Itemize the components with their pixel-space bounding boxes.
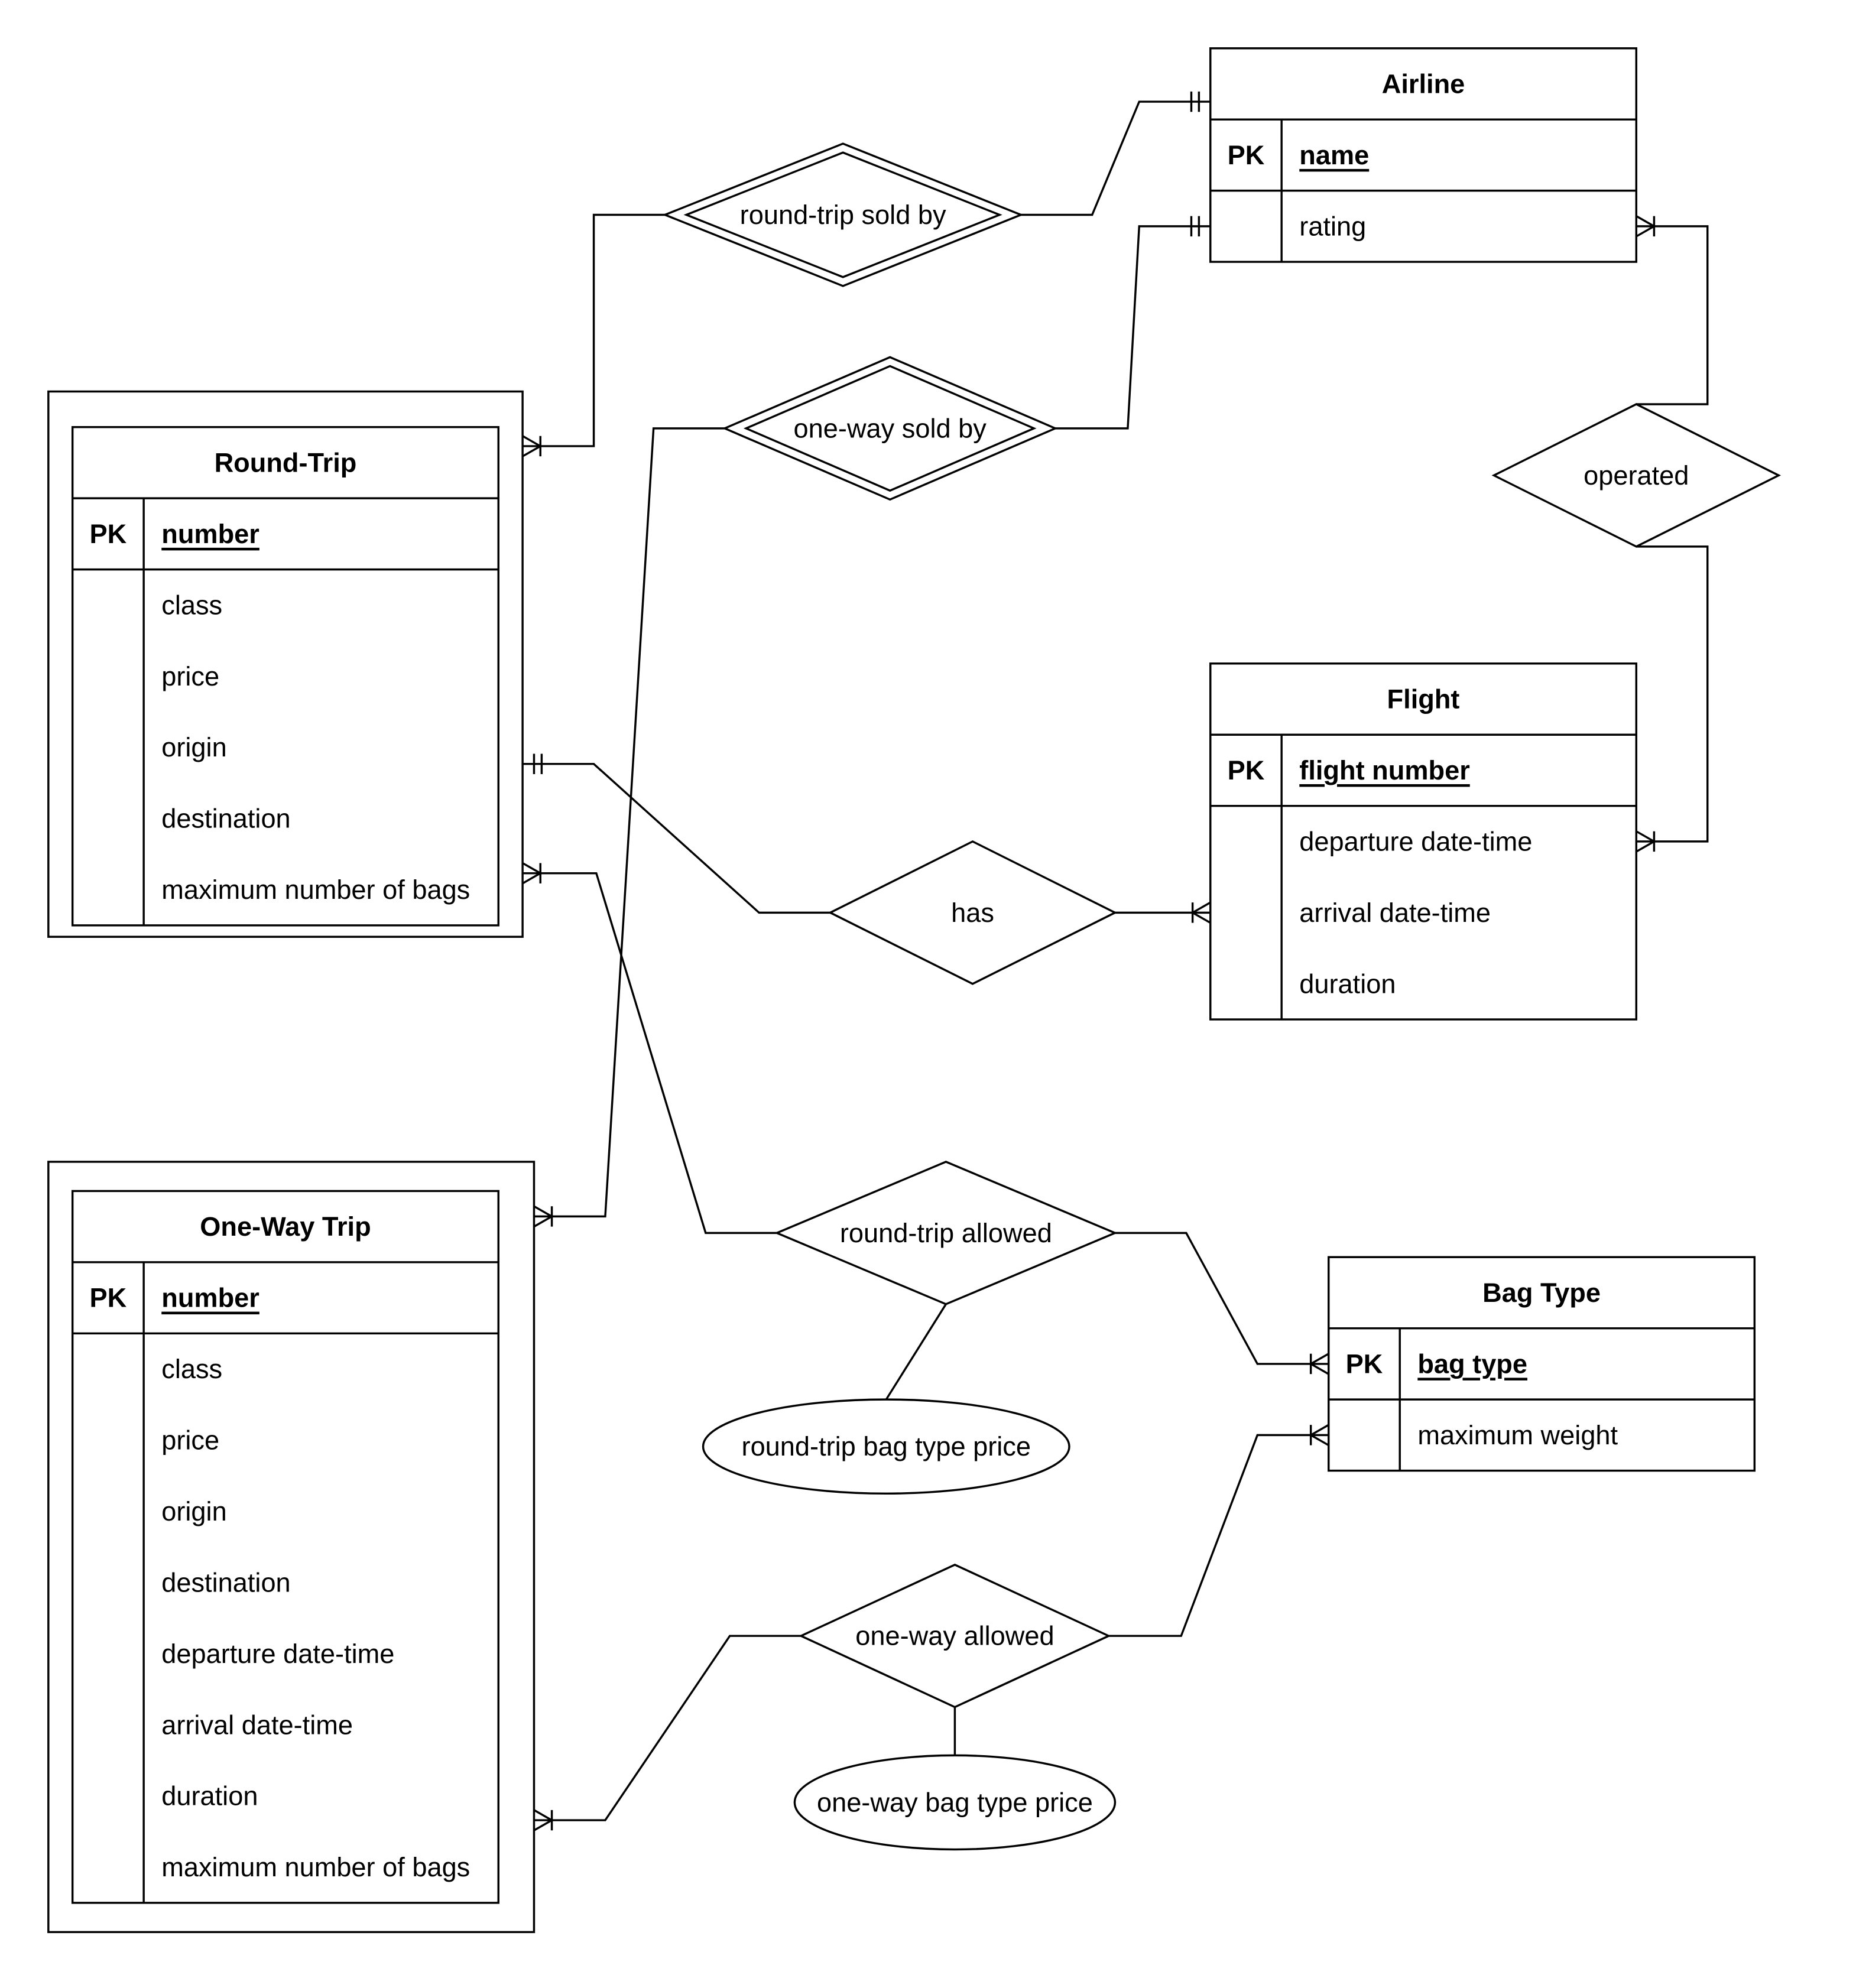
one_way-title: One-Way Trip — [200, 1211, 371, 1242]
connector-line — [1636, 225, 1709, 405]
connector-line — [534, 1635, 802, 1821]
bag_type-title: Bag Type — [1482, 1278, 1601, 1308]
connector-line — [1108, 1434, 1329, 1637]
round_trip-entity[interactable] — [71, 425, 499, 927]
connector-line — [523, 872, 777, 1235]
pk-label: PK — [1346, 1349, 1383, 1379]
attribute: departure date-time — [1299, 826, 1532, 856]
airline-title: Airline — [1382, 69, 1465, 99]
attribute: origin — [161, 1496, 226, 1526]
primary-key: number — [161, 519, 259, 549]
relationship-label: one-way allowed — [855, 1621, 1054, 1651]
primary-key: name — [1299, 140, 1369, 170]
connector-line — [885, 1303, 947, 1401]
connector-line — [523, 213, 666, 447]
attribute: arrival date-time — [161, 1710, 353, 1740]
attribute: class — [161, 590, 222, 620]
connector-line — [1115, 1232, 1329, 1365]
pk-label: PK — [90, 1283, 127, 1313]
attribute: maximum weight — [1417, 1420, 1618, 1450]
relationship-label: round-trip sold by — [740, 200, 946, 230]
attribute: maximum number of bags — [161, 875, 470, 905]
pk-label: PK — [1228, 755, 1265, 785]
er-diagram: Airline PK name rating Round-Trip PK number cla… — [47, 47, 1782, 1934]
attribute: duration — [1299, 969, 1396, 999]
pk-label: PK — [90, 519, 127, 549]
attribute: price — [161, 1425, 219, 1455]
attribute: destination — [161, 1567, 290, 1597]
primary-key: bag type — [1417, 1349, 1527, 1379]
connector-line — [1055, 225, 1211, 430]
pk-label: PK — [1228, 140, 1265, 170]
attribute: rating — [1299, 211, 1366, 241]
attribute-label: one-way bag type price — [817, 1787, 1093, 1817]
one_way-entity[interactable] — [71, 1190, 499, 1904]
primary-key: number — [161, 1283, 259, 1313]
relationship-label: has — [951, 898, 994, 928]
primary-key: flight number — [1299, 755, 1469, 785]
connector-line — [523, 762, 830, 914]
attribute: origin — [161, 732, 226, 762]
relationship-label: one-way sold by — [794, 413, 987, 443]
relationship-label: operated — [1584, 460, 1689, 490]
attribute: duration — [161, 1781, 258, 1811]
flight-title: Flight — [1387, 684, 1460, 714]
attribute-label: round-trip bag type price — [742, 1431, 1031, 1461]
attribute: maximum number of bags — [161, 1852, 470, 1882]
attribute: class — [161, 1354, 222, 1384]
connector-line — [1021, 100, 1211, 216]
attribute: departure date-time — [161, 1639, 394, 1669]
attribute: arrival date-time — [1299, 898, 1491, 928]
attribute: destination — [161, 804, 290, 834]
relationship-label: round-trip allowed — [840, 1218, 1052, 1248]
connector-line — [1636, 545, 1709, 843]
attribute: price — [161, 661, 219, 691]
connector-line — [534, 427, 725, 1218]
round_trip-title: Round-Trip — [215, 447, 357, 477]
